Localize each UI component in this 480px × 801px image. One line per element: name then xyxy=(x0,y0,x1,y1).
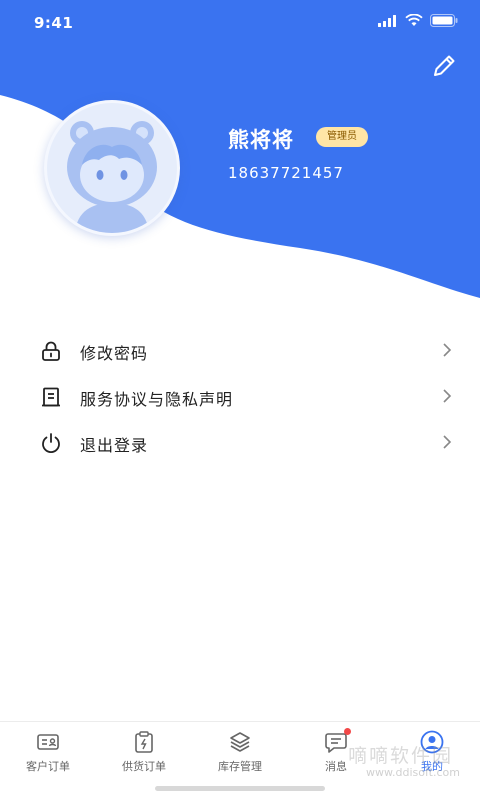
chevron-right-icon xyxy=(443,389,452,403)
username: 熊将将 xyxy=(228,128,294,152)
watermark-url: www.ddisoft.com xyxy=(366,766,460,779)
role-badge: 管理员 xyxy=(316,127,368,147)
inventory-icon xyxy=(230,732,250,752)
notification-dot xyxy=(344,728,351,735)
tab-label: 库存管理 xyxy=(218,760,262,773)
lock-icon xyxy=(42,341,60,361)
status-time: 9:41 xyxy=(34,14,74,32)
menu-item-label: 退出登录 xyxy=(80,436,149,455)
tab-supply-orders[interactable]: 供货订单 xyxy=(96,730,192,780)
menu-item-logout[interactable]: 退出登录 xyxy=(0,420,480,466)
menu-item-service-agreement[interactable]: 服务协议与隐私声明 xyxy=(0,374,480,420)
chevron-right-icon xyxy=(443,435,452,449)
tab-inventory[interactable]: 库存管理 xyxy=(192,730,288,780)
tab-label: 供货订单 xyxy=(122,760,166,773)
document-icon xyxy=(42,387,60,407)
menu-item-label: 修改密码 xyxy=(80,344,149,363)
signal-icon xyxy=(378,14,396,27)
power-icon xyxy=(42,433,60,454)
profile-header: 9:41 熊将将 管理员 18637721457 xyxy=(0,0,480,300)
tab-customer-orders[interactable]: 客户订单 xyxy=(0,730,96,780)
chevron-right-icon xyxy=(443,343,452,357)
phone-number: 18637721457 xyxy=(228,164,344,182)
avatar[interactable] xyxy=(44,100,180,236)
wifi-icon xyxy=(405,14,423,26)
home-indicator xyxy=(155,786,325,791)
message-icon-wrap xyxy=(324,728,351,754)
battery-icon xyxy=(430,14,458,27)
menu-item-label: 服务协议与隐私声明 xyxy=(80,390,234,409)
supply-order-icon xyxy=(135,731,153,753)
menu-item-change-password[interactable]: 修改密码 xyxy=(0,328,480,374)
pencil-icon[interactable] xyxy=(430,52,458,80)
status-bar: 9:41 xyxy=(0,0,480,46)
cartoon-avatar-icon xyxy=(47,103,177,233)
customer-order-icon xyxy=(37,734,59,750)
watermark-text: 嘀嘀软件园 xyxy=(348,745,454,767)
settings-menu: 修改密码 服务协议与隐私声明 退出登录 xyxy=(0,328,480,466)
tab-label: 客户订单 xyxy=(26,760,70,773)
